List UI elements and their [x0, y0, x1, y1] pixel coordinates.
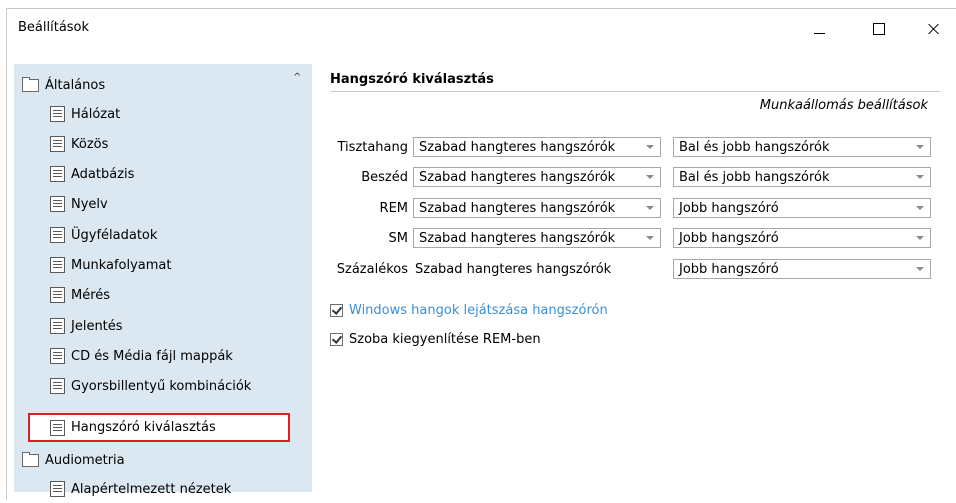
maximize-icon: [873, 23, 885, 35]
tree-item-label: Munkafolyamat: [71, 257, 172, 273]
tree-item-munkafolyamat[interactable]: Munkafolyamat: [50, 251, 172, 279]
tree-item-adatbazis[interactable]: Adatbázis: [50, 160, 134, 188]
speaker-settings-panel: Hangszóró kiválasztás Munkaállomás beáll…: [330, 64, 940, 484]
tree-item-label: Hangszóró kiválasztás: [71, 420, 216, 435]
title-bar: Beállítások: [7, 9, 956, 49]
speaker-side-select[interactable]: Bal és jobb hangszórók: [673, 137, 931, 157]
speaker-mode-select[interactable]: Szabad hangteres hangszórók: [413, 137, 661, 157]
document-icon: [50, 136, 65, 152]
chevron-down-icon: [916, 206, 924, 210]
tree-item-hangszoro-kivalasztas[interactable]: Hangszóró kiválasztás: [28, 413, 290, 442]
document-icon: [50, 318, 65, 334]
speaker-row-szazalekos: Százalékos Szabad hangteres hangszórók J…: [330, 259, 940, 281]
speaker-row-tisztahang: Tisztahang Szabad hangteres hangszórók B…: [330, 137, 940, 159]
maximize-button[interactable]: [856, 9, 902, 49]
section-divider: [330, 91, 940, 92]
speaker-row-sm: SM Szabad hangteres hangszórók Jobb hang…: [330, 228, 940, 250]
chevron-down-icon: [916, 236, 924, 240]
row-label: Százalékos: [336, 262, 408, 277]
minimize-icon: [814, 33, 825, 34]
chevron-down-icon: [646, 236, 654, 240]
close-button[interactable]: [910, 9, 956, 49]
page-title: Hangszóró kiválasztás: [330, 72, 494, 87]
tree-item-kozos[interactable]: Közös: [50, 130, 108, 158]
document-icon: [50, 481, 65, 497]
speaker-mode-select[interactable]: Szabad hangteres hangszórók: [413, 228, 661, 248]
tree-item-jelentes[interactable]: Jelentés: [50, 312, 123, 340]
tree-item-cd-media[interactable]: CD és Média fájl mappák: [50, 342, 233, 370]
checkbox-checked-icon[interactable]: [330, 332, 343, 346]
document-icon: [50, 227, 65, 243]
row-label: Beszéd: [361, 170, 408, 185]
document-icon: [50, 419, 65, 436]
document-icon: [50, 196, 65, 212]
tree-item-meres[interactable]: Mérés: [50, 281, 110, 309]
checkbox-checked-icon[interactable]: [330, 303, 343, 317]
speaker-row-beszed: Beszéd Szabad hangteres hangszórók Bal é…: [330, 167, 940, 189]
tree-item-label: Általános: [45, 77, 106, 93]
chevron-down-icon: [916, 175, 924, 179]
chevron-down-icon: [646, 175, 654, 179]
row-label: REM: [379, 201, 408, 216]
folder-icon: [22, 76, 39, 92]
speaker-mode-select[interactable]: Szabad hangteres hangszórók: [413, 198, 661, 218]
tree-item-audiometria[interactable]: Audiometria: [22, 446, 125, 474]
tree-item-ugyfeladatok[interactable]: Ügyféladatok: [50, 221, 157, 249]
speaker-row-rem: REM Szabad hangteres hangszórók Jobb han…: [330, 198, 940, 220]
checkbox-label: Windows hangok lejátszása hangszórón: [349, 302, 608, 318]
tree-item-halozat[interactable]: Hálózat: [50, 100, 120, 128]
tree-item-label: Alapértelmezett nézetek: [71, 481, 232, 497]
chevron-down-icon: [646, 145, 654, 149]
document-icon: [50, 287, 65, 303]
workstation-settings-label: Munkaállomás beállítások: [759, 98, 928, 113]
speaker-mode-value: Szabad hangteres hangszórók: [415, 262, 612, 277]
tree-item-label: Közös: [71, 136, 109, 152]
tree-item-label: Gyorsbillentyű kombinációk: [71, 378, 252, 394]
window-title: Beállítások: [18, 20, 90, 35]
tree-item-label: Jelentés: [71, 318, 123, 334]
tree-item-label: CD és Média fájl mappák: [71, 348, 233, 364]
speaker-side-select[interactable]: Jobb hangszóró: [673, 198, 931, 218]
chevron-down-icon: [916, 145, 924, 149]
settings-tree: ^ Általános Hálózat Közös Adatbázis Nyel…: [14, 64, 312, 497]
speaker-side-select[interactable]: Bal és jobb hangszórók: [673, 167, 931, 187]
folder-icon: [22, 451, 39, 467]
chevron-down-icon: [916, 267, 924, 271]
speaker-side-select[interactable]: Jobb hangszóró: [673, 259, 931, 279]
tree-item-label: Adatbázis: [71, 166, 135, 182]
room-equalization-checkbox[interactable]: Szoba kiegyenlítése REM-ben: [330, 330, 541, 348]
row-label: Tisztahang: [337, 140, 408, 155]
chevron-down-icon: [646, 206, 654, 210]
minimize-button[interactable]: [797, 9, 843, 49]
tree-item-label: Nyelv: [71, 196, 108, 212]
document-icon: [50, 166, 65, 182]
speaker-mode-select[interactable]: Szabad hangteres hangszórók: [413, 167, 661, 187]
tree-item-nyelv[interactable]: Nyelv: [50, 190, 108, 218]
tree-item-label: Audiometria: [45, 452, 125, 468]
document-icon: [50, 106, 65, 122]
document-icon: [50, 378, 65, 394]
tree-item-label: Hálózat: [71, 106, 121, 122]
desktop-strip: [0, 0, 956, 8]
windows-sounds-checkbox[interactable]: Windows hangok lejátszása hangszórón: [330, 301, 608, 319]
tree-item-alapertelmezett-nezetek[interactable]: Alapértelmezett nézetek: [50, 475, 231, 503]
tree-item-altalanos[interactable]: Általános: [22, 71, 105, 99]
speaker-side-select[interactable]: Jobb hangszóró: [673, 228, 931, 248]
tree-item-label: Ügyféladatok: [71, 227, 158, 243]
tree-item-gyorsbillentyu[interactable]: Gyorsbillentyű kombinációk: [50, 372, 251, 400]
row-label: SM: [388, 231, 408, 246]
checkbox-label: Szoba kiegyenlítése REM-ben: [349, 331, 541, 347]
document-icon: [50, 348, 65, 364]
scroll-up-icon[interactable]: ^: [293, 72, 301, 83]
document-icon: [50, 257, 65, 273]
tree-item-label: Mérés: [71, 287, 111, 303]
